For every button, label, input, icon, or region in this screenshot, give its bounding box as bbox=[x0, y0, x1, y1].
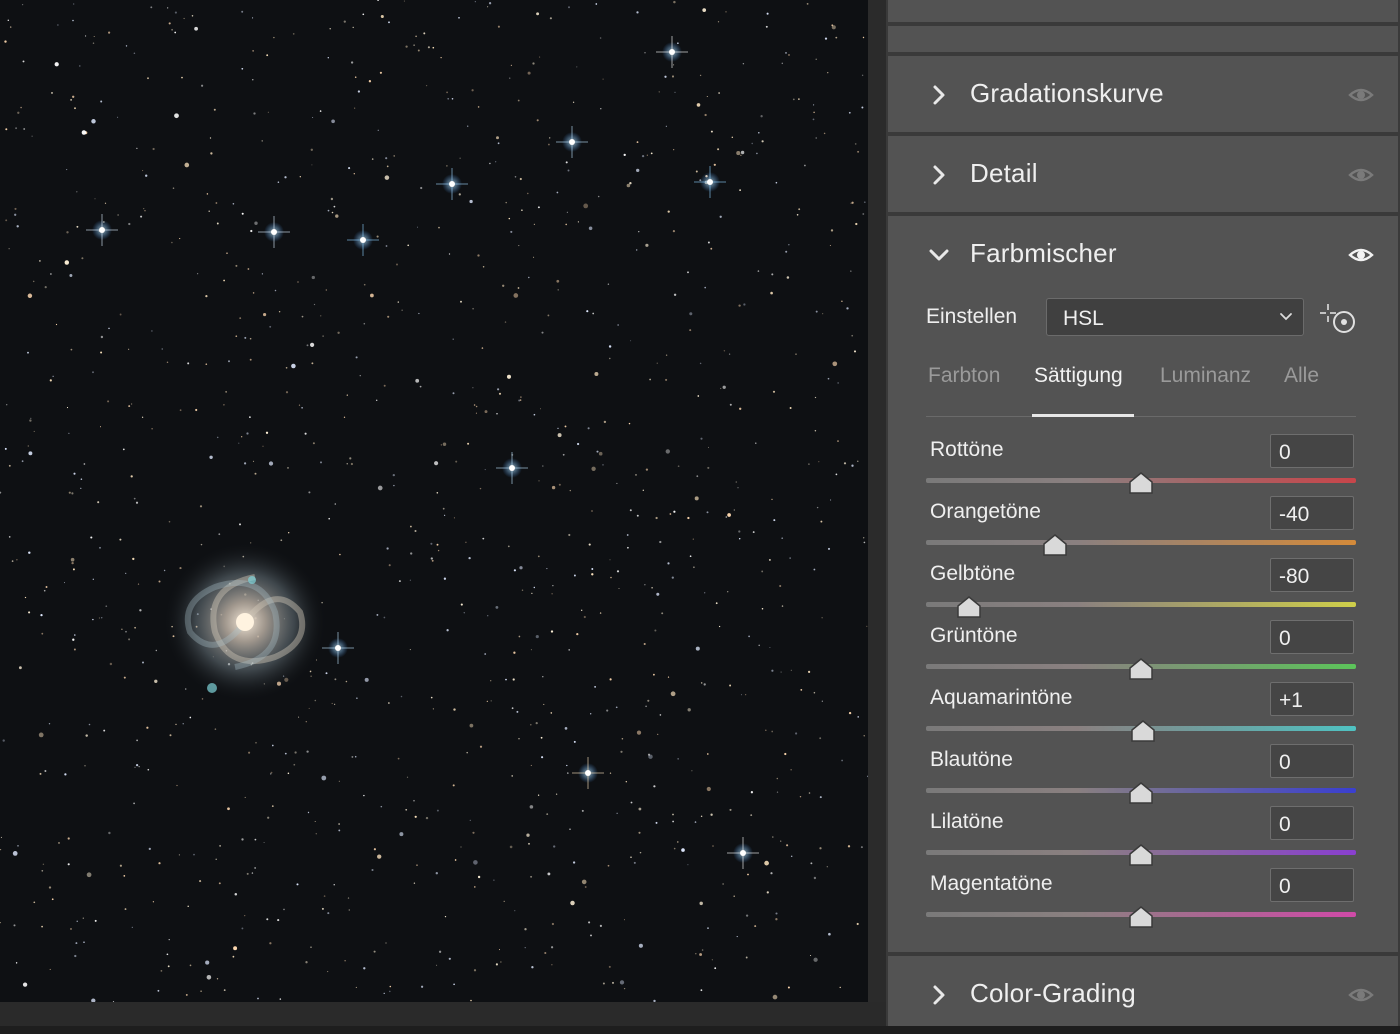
slider-thumb[interactable] bbox=[1128, 658, 1154, 680]
eye-icon[interactable] bbox=[1348, 984, 1374, 1006]
canvas-bottom-bar bbox=[0, 1002, 886, 1026]
section-detail: Detail bbox=[888, 136, 1398, 212]
slider-label: Rottöne bbox=[930, 438, 1004, 461]
slider-value-field[interactable]: +1 bbox=[1270, 682, 1354, 716]
slider-value-field[interactable]: 0 bbox=[1270, 620, 1354, 654]
slider-label: Aquamarintöne bbox=[930, 686, 1073, 709]
section-title: Color-Grading bbox=[970, 978, 1136, 1008]
eye-icon[interactable] bbox=[1348, 244, 1374, 266]
section-header-color-grading[interactable]: Color-Grading bbox=[888, 956, 1398, 1034]
adjust-mode-select[interactable]: HSL bbox=[1046, 298, 1304, 336]
slider-row: Lilatöne 0 bbox=[926, 806, 1358, 868]
slider-row: Grüntöne 0 bbox=[926, 620, 1358, 682]
slider-value-field[interactable]: 0 bbox=[1270, 744, 1354, 778]
slider-row: Blautöne 0 bbox=[926, 744, 1358, 806]
slider-thumb[interactable] bbox=[956, 596, 982, 618]
slider-label: Orangetöne bbox=[930, 500, 1041, 523]
slider-thumb[interactable] bbox=[1130, 720, 1156, 742]
slider-value-field[interactable]: -40 bbox=[1270, 496, 1354, 530]
slider-row: Orangetöne -40 bbox=[926, 496, 1358, 558]
tab-3[interactable]: Alle bbox=[1284, 364, 1319, 388]
slider-value-field[interactable]: 0 bbox=[1270, 806, 1354, 840]
slider-thumb[interactable] bbox=[1128, 906, 1154, 928]
section-title: Gradationskurve bbox=[970, 78, 1164, 108]
slider-row: Rottöne 0 bbox=[926, 434, 1358, 496]
slider-value-field[interactable]: 0 bbox=[1270, 868, 1354, 902]
section-header-gradationskurve[interactable]: Gradationskurve bbox=[888, 56, 1398, 134]
active-tab-indicator bbox=[1032, 414, 1134, 417]
tabs-divider bbox=[926, 416, 1356, 417]
slider-row: Gelbtöne -80 bbox=[926, 558, 1358, 620]
previous-section bbox=[888, 0, 1398, 22]
galaxy-object bbox=[163, 542, 327, 702]
tab-0[interactable]: Farbton bbox=[928, 364, 1000, 388]
slider-track[interactable] bbox=[926, 540, 1356, 545]
eye-icon[interactable] bbox=[1348, 84, 1374, 106]
canvas-divider bbox=[868, 0, 886, 1026]
section-color-grading: Color-Grading bbox=[888, 956, 1398, 1026]
slider-label: Gelbtöne bbox=[930, 562, 1016, 585]
chevron-right-icon[interactable] bbox=[928, 164, 950, 186]
targeted-adjustment-icon[interactable] bbox=[1318, 300, 1360, 338]
chevron-down-icon bbox=[1280, 313, 1292, 321]
slider-row: Magentatöne 0 bbox=[926, 868, 1358, 930]
slider-label: Grüntöne bbox=[930, 624, 1018, 647]
tab-1[interactable]: Sättigung bbox=[1034, 364, 1123, 388]
slider-track[interactable] bbox=[926, 602, 1356, 607]
adjust-label: Einstellen bbox=[926, 305, 1018, 328]
eye-icon[interactable] bbox=[1348, 164, 1374, 186]
chevron-down-icon[interactable] bbox=[928, 244, 950, 266]
section-title: Detail bbox=[970, 158, 1038, 188]
section-header-farbmischer[interactable]: Farbmischer bbox=[888, 216, 1398, 294]
edit-panel: Gradationskurve Detail Farbmischer Einst… bbox=[886, 0, 1400, 1026]
slider-row: Aquamarintöne +1 bbox=[926, 682, 1358, 744]
slider-thumb[interactable] bbox=[1128, 844, 1154, 866]
section-gradationskurve: Gradationskurve bbox=[888, 56, 1398, 132]
tab-2[interactable]: Luminanz bbox=[1160, 364, 1251, 388]
section-header-detail[interactable]: Detail bbox=[888, 136, 1398, 214]
slider-thumb[interactable] bbox=[1128, 782, 1154, 804]
slider-label: Lilatöne bbox=[930, 810, 1004, 833]
slider-value-field[interactable]: 0 bbox=[1270, 434, 1354, 468]
slider-thumb[interactable] bbox=[1042, 534, 1068, 556]
image-canvas[interactable] bbox=[0, 0, 868, 1002]
slider-value-field[interactable]: -80 bbox=[1270, 558, 1354, 592]
chevron-right-icon[interactable] bbox=[928, 84, 950, 106]
astro-photo-image bbox=[0, 0, 868, 1002]
adjust-mode-value: HSL bbox=[1063, 307, 1104, 330]
slider-label: Magentatöne bbox=[930, 872, 1053, 895]
section-title: Farbmischer bbox=[970, 238, 1117, 268]
slider-label: Blautöne bbox=[930, 748, 1013, 771]
previous-section-footer bbox=[888, 26, 1398, 52]
slider-thumb[interactable] bbox=[1128, 472, 1154, 494]
chevron-right-icon[interactable] bbox=[928, 984, 950, 1006]
